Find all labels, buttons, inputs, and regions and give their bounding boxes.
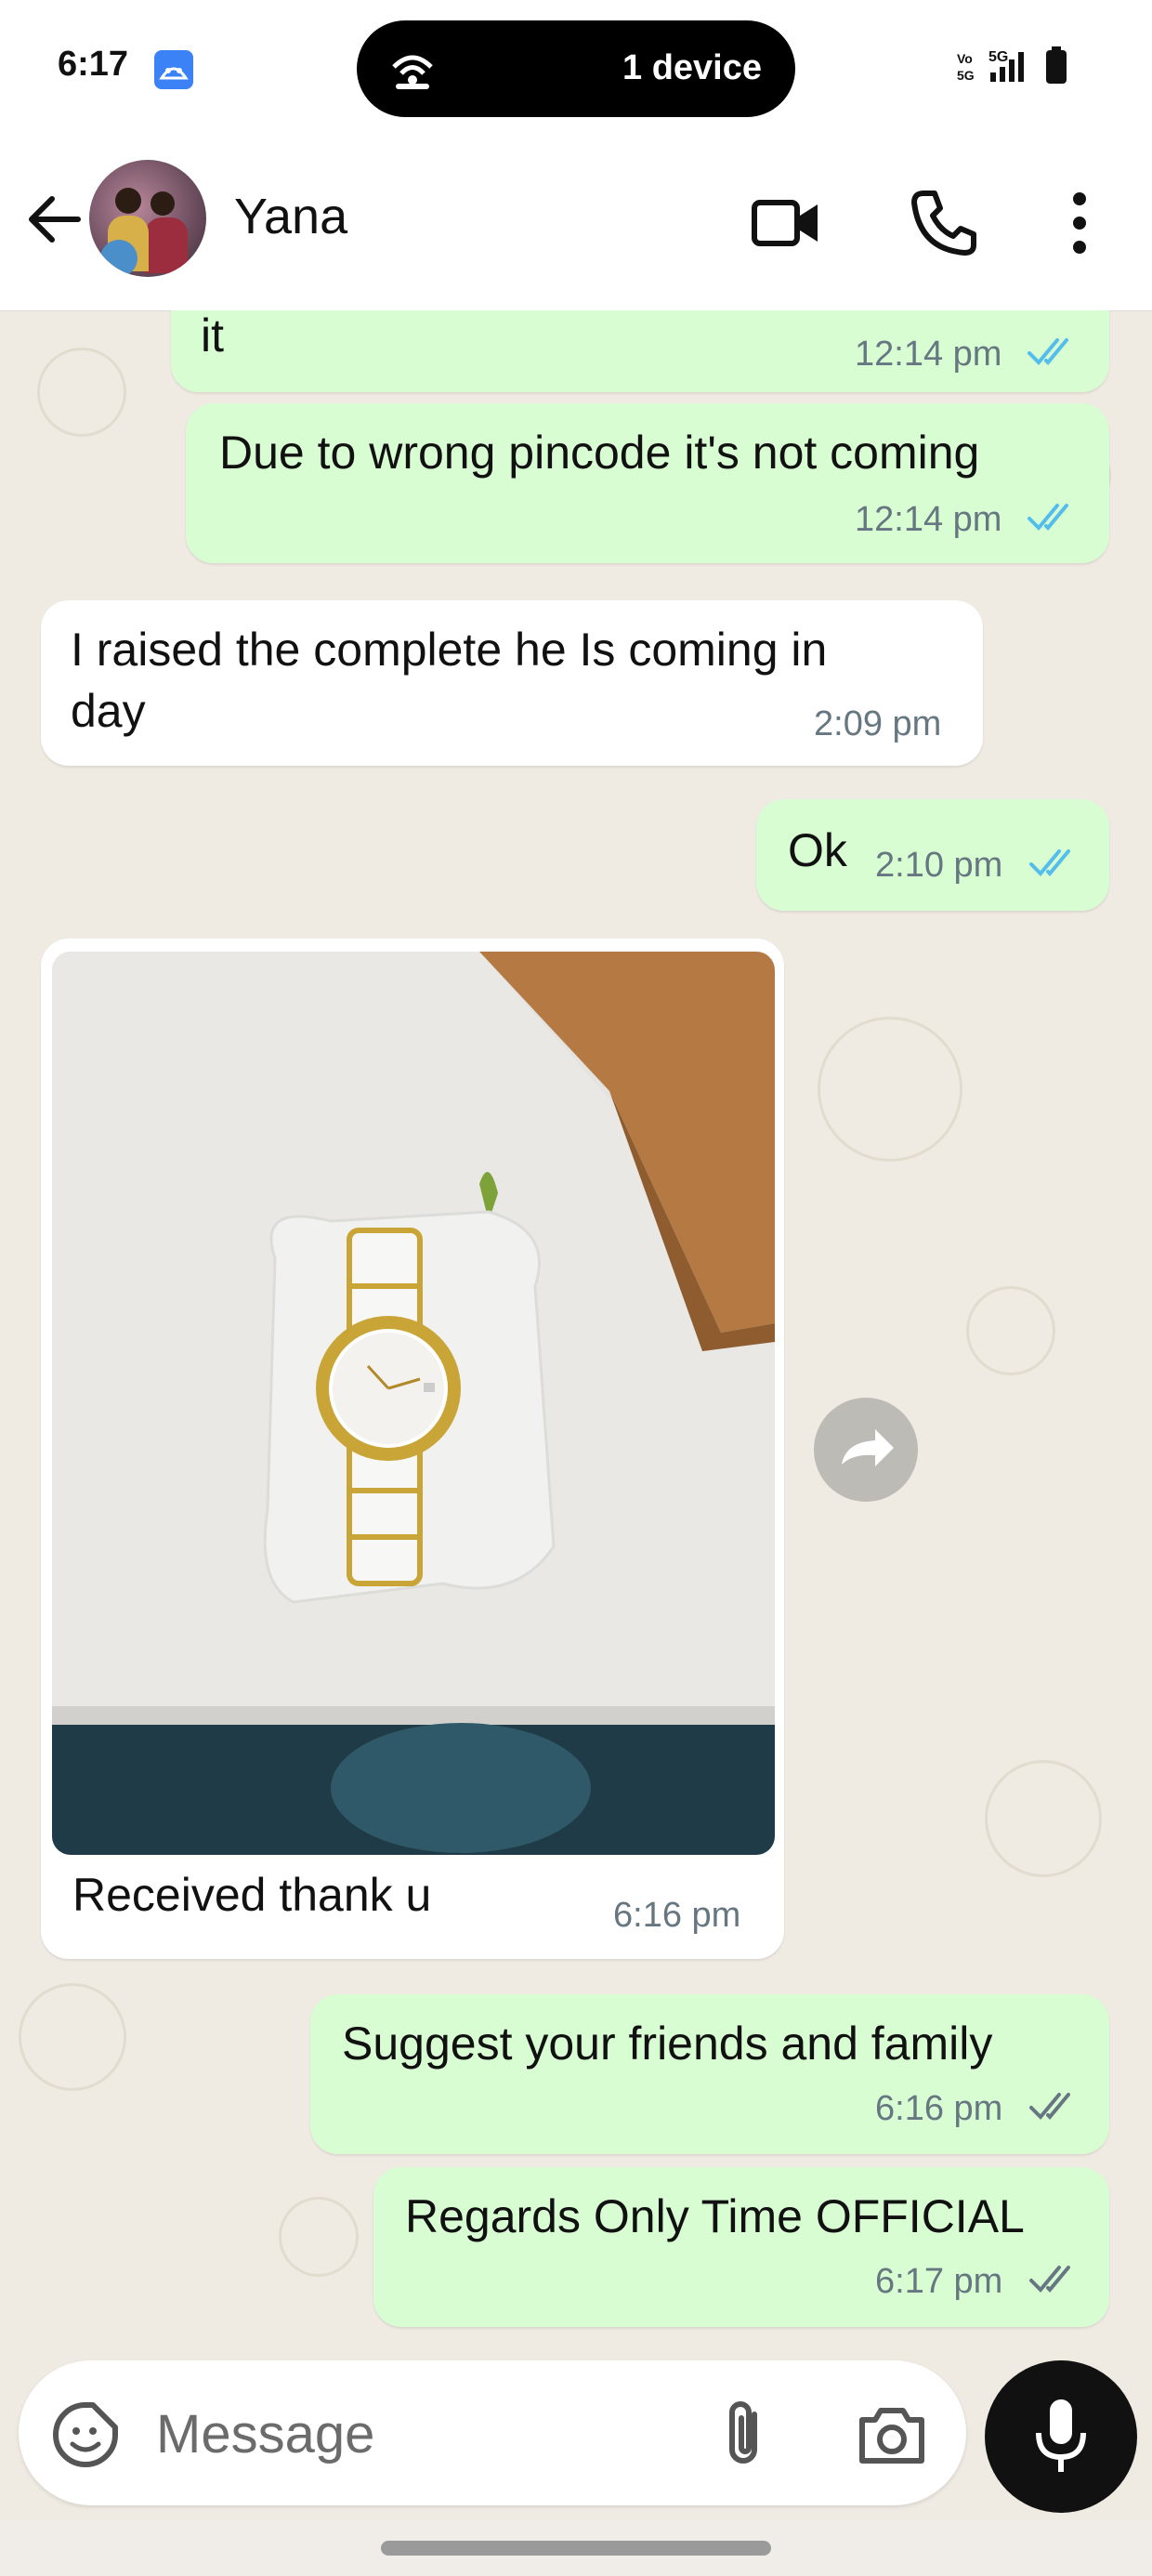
read-ticks-icon (1026, 498, 1081, 540)
message-text: Regards Only Time OFFICIAL (405, 2190, 1025, 2242)
message-time: 12:14 pm (855, 500, 1002, 539)
message-composer[interactable]: Message (19, 2360, 966, 2505)
message-bubble-incoming[interactable]: I raised the complete he Is coming in da… (41, 600, 983, 766)
microphone-icon (1031, 2396, 1091, 2482)
message-text: it (201, 310, 224, 361)
message-text: Suggest your friends and family (342, 2017, 993, 2070)
hotspot-icon (386, 43, 439, 99)
back-arrow-icon[interactable] (24, 190, 84, 249)
chat-header: Yana (0, 139, 1152, 311)
background-doodle (966, 1286, 1055, 1375)
message-text-line: day (71, 685, 146, 737)
background-doodle (985, 1760, 1102, 1877)
contact-name[interactable]: Yana (234, 188, 347, 245)
message-time: 6:16 pm (875, 2089, 1003, 2128)
more-options-icon[interactable] (1044, 186, 1115, 260)
message-text-line: I raised the complete he Is coming in (71, 624, 828, 676)
message-input[interactable]: Message (156, 2403, 374, 2465)
forward-button[interactable] (814, 1398, 918, 1502)
message-bubble-outgoing[interactable]: Regards Only Time OFFICIAL 6:17 pm (373, 2167, 1109, 2327)
status-time: 6:17 (58, 45, 129, 84)
connected-devices-pill[interactable]: 1 device (357, 20, 795, 117)
camera-icon[interactable] (855, 2399, 929, 2475)
home-gesture-bar[interactable] (381, 2541, 771, 2556)
status-icons: Vo 5G 5G (957, 45, 1096, 90)
message-text: Due to wrong pincode it's not coming (219, 427, 980, 479)
background-doodle (818, 1017, 962, 1162)
message-time: 12:14 pm (855, 335, 1002, 374)
status-bar: 6:17 1 device Vo 5G 5G (0, 0, 1152, 139)
voice-call-icon[interactable] (907, 186, 981, 260)
voice-record-button[interactable] (985, 2360, 1137, 2513)
read-ticks-icon (1028, 844, 1083, 886)
message-time: 2:09 pm (814, 704, 942, 743)
sticker-icon[interactable] (50, 2399, 121, 2475)
message-list[interactable]: it 12:14 pm Due to wrong pincode it's no… (0, 310, 1152, 2355)
delivered-ticks-icon (1028, 2087, 1083, 2129)
attach-icon[interactable] (717, 2396, 773, 2478)
message-bubble-outgoing[interactable]: Due to wrong pincode it's not coming 12:… (186, 403, 1109, 563)
message-bubble-image-incoming[interactable]: Received thank u 6:16 pm (41, 939, 784, 1959)
message-bubble-outgoing[interactable]: Suggest your friends and family 6:16 pm (310, 1994, 1109, 2154)
message-text: Ok (788, 824, 847, 876)
device-count-label: 1 device (622, 48, 762, 87)
svg-text:5G: 5G (988, 49, 1008, 65)
app-notification-icon (154, 50, 193, 89)
message-bubble-outgoing[interactable]: it 12:14 pm (171, 310, 1109, 392)
image-caption: Received thank u (72, 1869, 432, 1921)
contact-avatar[interactable] (89, 160, 206, 277)
delivered-ticks-icon (1028, 2260, 1083, 2302)
svg-text:Vo: Vo (957, 51, 973, 66)
read-ticks-icon (1026, 333, 1081, 375)
background-doodle (279, 2197, 359, 2277)
watch-photo[interactable] (52, 952, 775, 1855)
svg-text:5G: 5G (957, 68, 975, 83)
message-bubble-outgoing[interactable]: Ok 2:10 pm (756, 799, 1109, 911)
message-time: 6:17 pm (875, 2262, 1003, 2301)
video-call-icon[interactable] (749, 186, 823, 260)
background-doodle (19, 1983, 126, 2091)
message-time: 6:16 pm (613, 1896, 741, 1935)
message-time: 2:10 pm (875, 846, 1003, 885)
background-doodle (37, 348, 126, 437)
